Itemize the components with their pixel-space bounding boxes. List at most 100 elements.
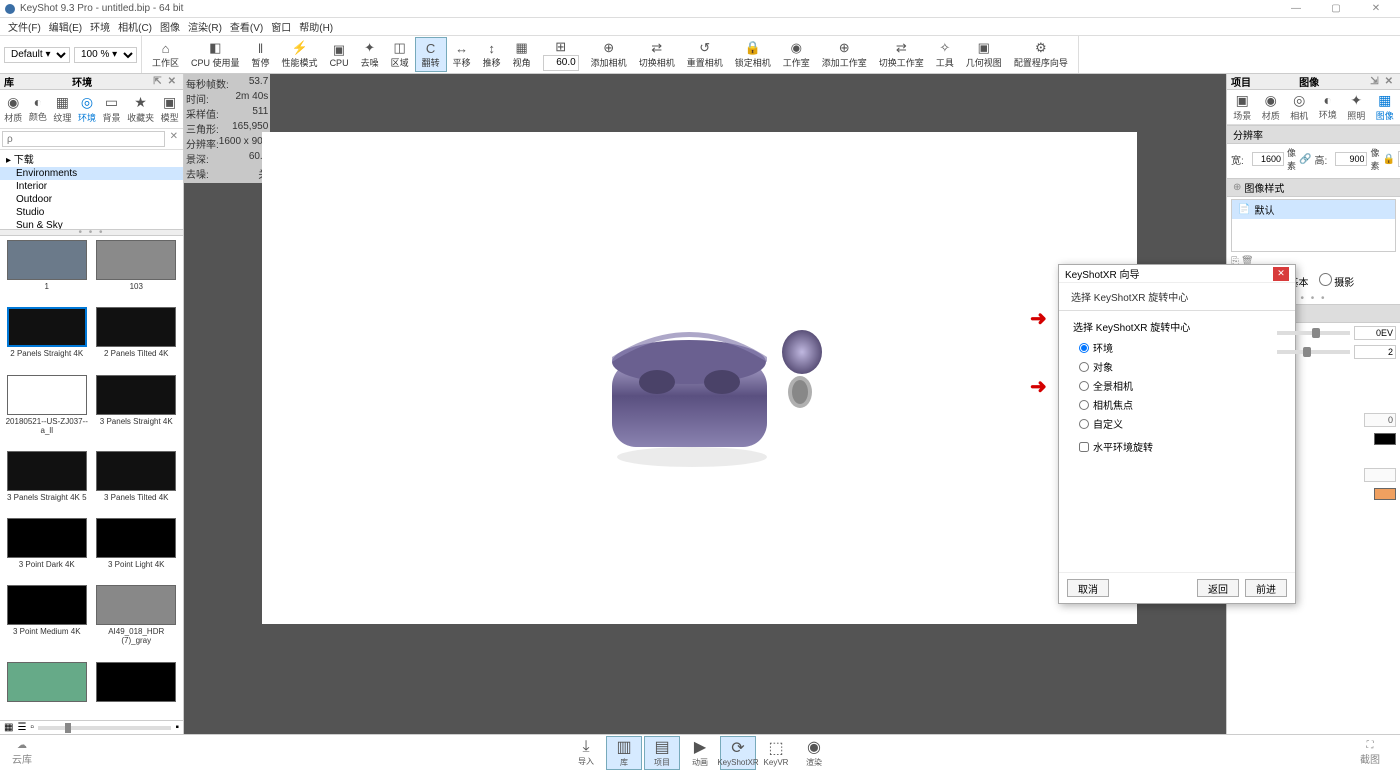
toolbar-button[interactable]: ⇄切换工作室: [873, 38, 930, 71]
project-tab[interactable]: ✦照明: [1347, 92, 1365, 122]
photo-radio[interactable]: 摄影: [1319, 273, 1355, 289]
height-input[interactable]: [1335, 152, 1367, 166]
env-thumbnail[interactable]: 1: [4, 240, 90, 303]
pin-icon[interactable]: ⇱: [150, 76, 164, 87]
library-tab[interactable]: ★收藏夹: [127, 94, 154, 124]
library-tab[interactable]: ◉材质: [4, 94, 22, 124]
lock-icon[interactable]: 🔒: [1382, 154, 1394, 165]
bottom-button[interactable]: ◉渲染: [796, 736, 832, 770]
menu-item[interactable]: 图像: [156, 19, 184, 34]
menu-item[interactable]: 编辑(E): [45, 19, 86, 34]
env-thumbnail[interactable]: 3 Point Dark 4K: [4, 518, 90, 581]
library-tab[interactable]: ◎环境: [78, 94, 96, 124]
bottom-button[interactable]: ▶动画: [682, 736, 718, 770]
toolbar-button[interactable]: ▦视角: [507, 38, 537, 71]
env-thumbnail[interactable]: 3 Panels Straight 4K 5: [4, 451, 90, 514]
maximize-button[interactable]: ▢: [1316, 0, 1356, 18]
menu-item[interactable]: 相机(C): [114, 19, 156, 34]
menu-item[interactable]: 渲染(R): [184, 19, 226, 34]
tree-item[interactable]: Outdoor: [0, 193, 183, 206]
toolbar-button[interactable]: ⊕添加相机: [585, 38, 633, 71]
render-viewport[interactable]: 每秒帧数:53.7时间:2m 40s采样值:511三角形:165,950分辨率:…: [184, 74, 1226, 734]
menu-item[interactable]: 文件(F): [4, 19, 45, 34]
bottom-button[interactable]: ▤项目: [644, 736, 680, 770]
toolbar-button[interactable]: ⇄切换相机: [633, 38, 681, 71]
env-thumbnail[interactable]: 2 Panels Tilted 4K: [94, 307, 180, 370]
bottom-button[interactable]: ▥库: [606, 736, 642, 770]
env-thumbnail[interactable]: 3 Panels Tilted 4K: [94, 451, 180, 514]
menu-item[interactable]: 帮助(H): [295, 19, 337, 34]
screenshot-button[interactable]: ⛶截图: [1360, 740, 1380, 766]
project-tab[interactable]: ▦图像: [1376, 92, 1394, 122]
rotation-option-radio[interactable]: [1079, 362, 1089, 372]
bottom-button[interactable]: ⤓导入: [568, 736, 604, 770]
toolbar-button[interactable]: C翻转: [415, 37, 447, 72]
close-panel-icon[interactable]: ✕: [1382, 76, 1396, 87]
toolbar-button[interactable]: 🔒锁定相机: [729, 38, 777, 71]
library-tab[interactable]: ▭背景: [103, 94, 121, 124]
menu-item[interactable]: 查看(V): [226, 19, 267, 34]
project-tab[interactable]: ▣场景: [1233, 92, 1251, 122]
toolbar-button[interactable]: ⚡性能模式: [276, 38, 324, 71]
back-button[interactable]: 返回: [1197, 579, 1239, 597]
tree-item[interactable]: Environments: [0, 167, 183, 180]
link-icon[interactable]: 🔗: [1299, 154, 1311, 165]
minimize-button[interactable]: —: [1276, 0, 1316, 18]
width-input[interactable]: [1252, 152, 1284, 166]
toolbar-button[interactable]: ◫区域: [385, 38, 415, 71]
menu-item[interactable]: 环境: [86, 19, 114, 34]
library-tab[interactable]: ◐颜色: [29, 94, 47, 124]
toolbar-button[interactable]: ▣CPU: [324, 40, 355, 70]
toolbar-button[interactable]: ⊕添加工作室: [816, 38, 873, 71]
env-thumbnail[interactable]: 3 Point Light 4K: [94, 518, 180, 581]
toolbar-button[interactable]: ✧工具: [930, 38, 960, 71]
env-thumbnail[interactable]: 2 Panels Straight 4K: [4, 307, 90, 370]
toolbar-button[interactable]: ‖暂停: [246, 38, 276, 71]
horizontal-rotate-checkbox[interactable]: [1079, 442, 1089, 452]
toolbar-button[interactable]: ⚙配置程序向导: [1008, 38, 1074, 71]
next-button[interactable]: 前进: [1245, 579, 1287, 597]
rotation-option-radio[interactable]: [1079, 343, 1089, 353]
project-tab[interactable]: ◐环境: [1319, 92, 1337, 122]
style-item[interactable]: 📄默认: [1232, 200, 1395, 219]
project-tab[interactable]: ◎相机: [1290, 92, 1308, 122]
env-thumbnail[interactable]: AI49_018_HDR (7)_gray: [94, 585, 180, 657]
bottom-button[interactable]: ⟳KeyShotXR: [720, 736, 756, 770]
library-tab[interactable]: ▣模型: [161, 94, 179, 124]
thumb-size-slider[interactable]: ▦ ☰ ▫ ▪: [0, 720, 183, 734]
env-thumbnail[interactable]: 20180521--US-ZJ037--a_ll: [4, 375, 90, 447]
add-style-icon[interactable]: ⊕: [1233, 182, 1241, 193]
search-input[interactable]: [2, 131, 165, 147]
rotation-option-radio[interactable]: [1079, 419, 1089, 429]
bottom-button[interactable]: ⬚KeyVR: [758, 736, 794, 770]
chromatic-color-swatch[interactable]: [1374, 488, 1396, 500]
toolbar-button[interactable]: ↺重置相机: [681, 38, 729, 71]
library-tab[interactable]: ▦纹理: [53, 94, 71, 124]
toolbar-button[interactable]: ◉工作室: [777, 38, 816, 71]
toolbar-button[interactable]: ⌂工作区: [146, 38, 185, 71]
tree-item[interactable]: Interior: [0, 180, 183, 193]
toolbar-button[interactable]: ◧CPU 使用量: [185, 38, 246, 71]
tree-item[interactable]: Studio: [0, 206, 183, 219]
cloud-library-button[interactable]: ☁云库: [12, 740, 32, 766]
search-clear-icon[interactable]: ✕: [167, 131, 181, 147]
env-thumbnail[interactable]: 3 Panels Straight 4K: [94, 375, 180, 447]
toolbar-button[interactable]: ⊞: [537, 37, 585, 73]
toolbar-button[interactable]: ✦去噪: [355, 38, 385, 71]
env-thumbnail[interactable]: [4, 662, 90, 716]
vignette-color-swatch[interactable]: [1374, 433, 1396, 445]
rotation-option-radio[interactable]: [1079, 381, 1089, 391]
menu-item[interactable]: 窗口: [267, 19, 295, 34]
env-thumbnail[interactable]: 3 Point Medium 4K: [4, 585, 90, 657]
close-panel-icon[interactable]: ✕: [165, 76, 179, 87]
cancel-button[interactable]: 取消: [1067, 579, 1109, 597]
toolbar-button[interactable]: ▣几何视图: [960, 38, 1008, 71]
env-thumbnail[interactable]: 103: [94, 240, 180, 303]
zoom-select[interactable]: 100 % ▾: [74, 47, 137, 63]
tree-item[interactable]: ▸ 下载: [0, 150, 183, 167]
toolbar-button[interactable]: ↕推移: [477, 38, 507, 71]
toolbar-button[interactable]: ↔平移: [447, 38, 477, 71]
project-tab[interactable]: ◉材质: [1262, 92, 1280, 122]
env-thumbnail[interactable]: [94, 662, 180, 716]
preset-select[interactable]: Default ▾: [4, 47, 70, 63]
